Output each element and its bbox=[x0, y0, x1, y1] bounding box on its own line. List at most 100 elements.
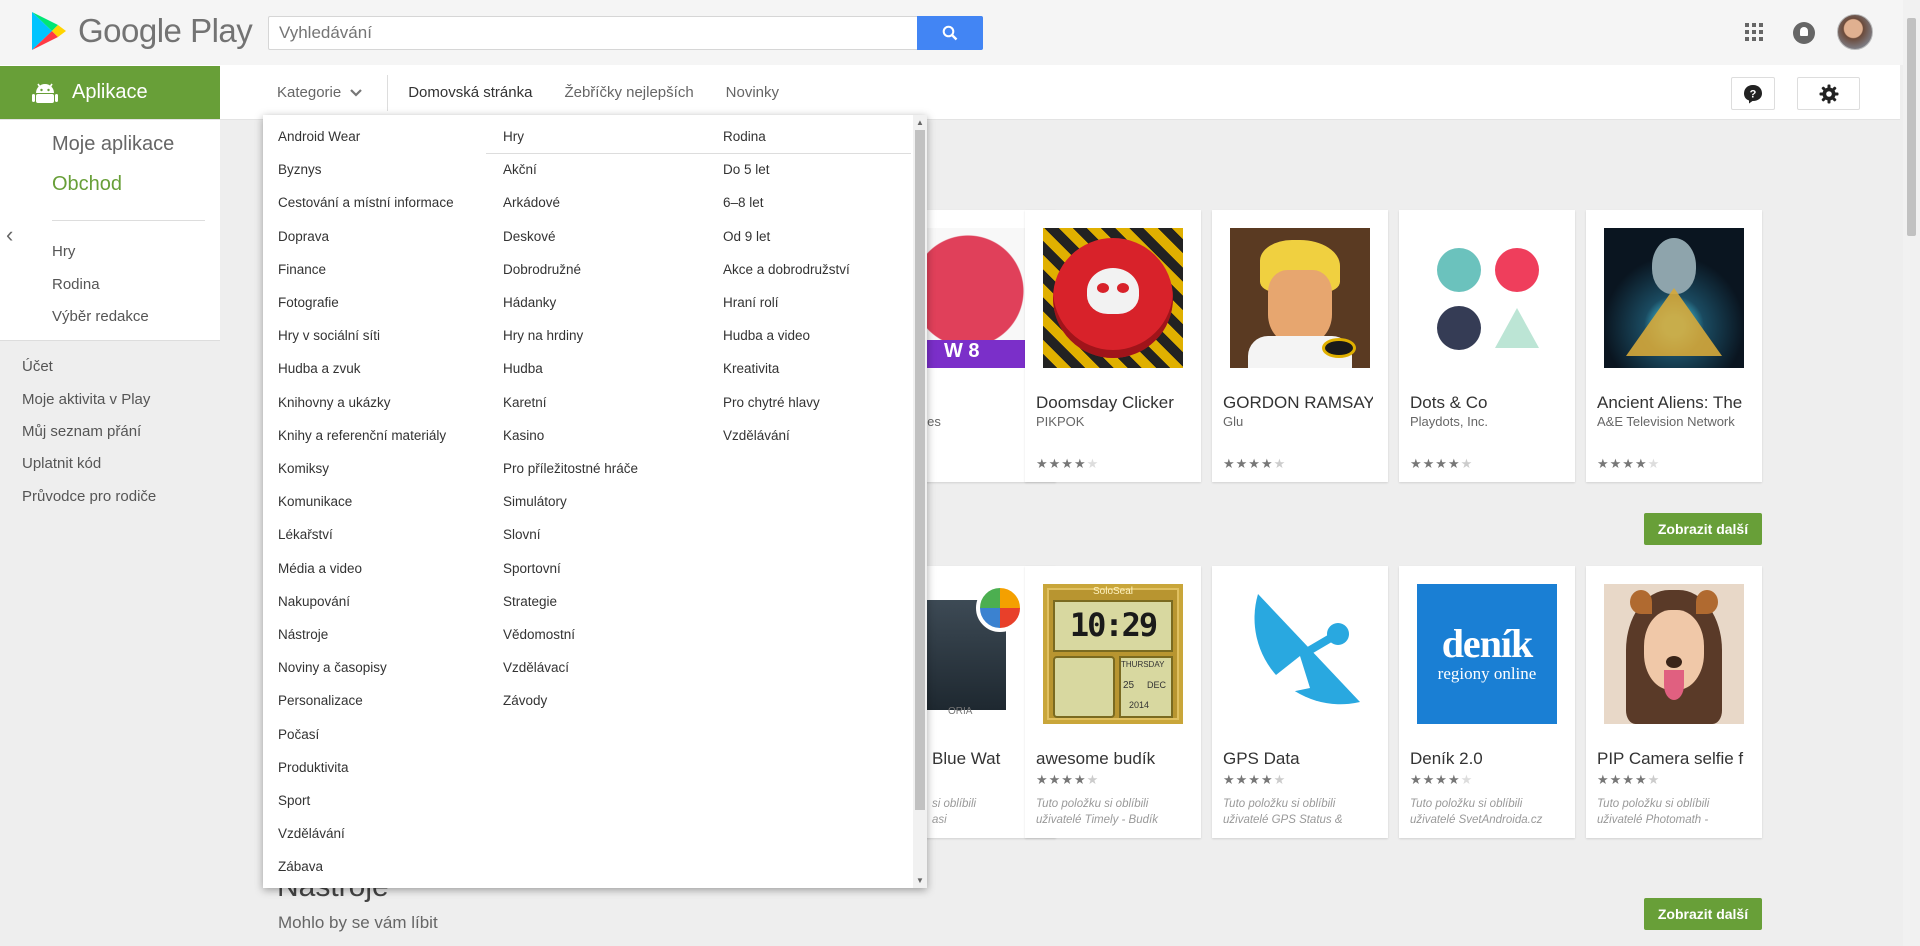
google-play-logo[interactable]: Google Play bbox=[32, 12, 253, 50]
category-item-22[interactable]: Zábava bbox=[278, 859, 323, 874]
category-item-20[interactable]: Sport bbox=[278, 793, 310, 808]
nav-new-releases[interactable]: Novinky bbox=[726, 84, 779, 101]
category-item-6[interactable]: Hry v sociální síti bbox=[278, 328, 380, 343]
games-category-item-16[interactable]: Vzdělávací bbox=[503, 660, 569, 675]
games-category-item-13[interactable]: Sportovní bbox=[503, 561, 561, 576]
family-category-item-8[interactable]: Pro chytré hlavy bbox=[723, 395, 820, 410]
category-item-18[interactable]: Počasí bbox=[278, 727, 319, 742]
games-category-item-5[interactable]: Hádanky bbox=[503, 295, 556, 310]
sidebar-link-my-activity[interactable]: Moje aktivita v Play bbox=[22, 391, 150, 408]
sidebar-link-redeem[interactable]: Uplatnit kód bbox=[22, 455, 101, 472]
family-category-item-6[interactable]: Hudba a video bbox=[723, 328, 810, 343]
sidebar-link-account[interactable]: Účet bbox=[22, 358, 53, 375]
account-avatar[interactable] bbox=[1837, 14, 1873, 50]
nav-home[interactable]: Domovská stránka bbox=[408, 84, 532, 101]
app-recommendation: Tuto položku si oblíbili uživatelé Photom… bbox=[1597, 798, 1710, 826]
collapse-sidebar-chevron-icon[interactable]: ‹ bbox=[6, 222, 13, 248]
section-apps-tab[interactable]: Aplikace bbox=[0, 66, 220, 119]
games-category-item-10[interactable]: Pro příležitostné hráče bbox=[503, 461, 638, 476]
app-card[interactable]: SoloSeal 10:29 THURSDAY 25 DEC 2014 awes… bbox=[1025, 566, 1201, 838]
top-nav: Kategorie Domovská stránka Žebříčky nejl… bbox=[277, 66, 811, 119]
nav-top-charts[interactable]: Žebříčky nejlepších bbox=[564, 84, 693, 101]
category-item-11[interactable]: Komunikace bbox=[278, 494, 352, 509]
app-card[interactable]: PIP Camera selfie f ★★★★★ Tuto položku s… bbox=[1586, 566, 1762, 838]
sidebar-item-games[interactable]: Hry bbox=[52, 243, 75, 260]
android-icon bbox=[32, 83, 58, 103]
notifications-bell-icon[interactable] bbox=[1793, 22, 1815, 44]
category-item-5[interactable]: Fotografie bbox=[278, 295, 339, 310]
app-card[interactable]: Ancient Aliens: The A&E Television Netwo… bbox=[1586, 210, 1762, 482]
scroll-up-arrow-icon[interactable]: ▲ bbox=[916, 118, 924, 127]
category-item-7[interactable]: Hudba a zvuk bbox=[278, 361, 361, 376]
category-item-21[interactable]: Vzdělávání bbox=[278, 826, 345, 841]
games-category-item-1[interactable]: Akční bbox=[503, 162, 537, 177]
show-more-button[interactable]: Zobrazit další bbox=[1644, 898, 1762, 930]
gear-icon bbox=[1819, 84, 1838, 103]
app-card[interactable]: Doomsday Clicker PIKPOK ★★★★★ bbox=[1025, 210, 1201, 482]
page-scrollbar[interactable] bbox=[1903, 0, 1920, 946]
family-category-item-0[interactable]: Rodina bbox=[723, 129, 766, 144]
games-category-item-12[interactable]: Slovní bbox=[503, 527, 541, 542]
category-item-16[interactable]: Noviny a časopisy bbox=[278, 660, 387, 675]
app-card[interactable]: Dots & Co Playdots, Inc. ★★★★★ bbox=[1399, 210, 1575, 482]
sidebar-link-wishlist[interactable]: Můj seznam přání bbox=[22, 423, 141, 440]
category-item-3[interactable]: Doprava bbox=[278, 229, 329, 244]
games-category-item-6[interactable]: Hry na hrdiny bbox=[503, 328, 583, 343]
games-category-item-9[interactable]: Kasino bbox=[503, 428, 544, 443]
category-item-9[interactable]: Knihy a referenční materiály bbox=[278, 428, 446, 443]
category-item-13[interactable]: Média a video bbox=[278, 561, 362, 576]
app-card[interactable]: deník regiony online Deník 2.0 ★★★★★ Tut… bbox=[1399, 566, 1575, 838]
search-button[interactable] bbox=[917, 16, 983, 50]
games-category-item-4[interactable]: Dobrodružné bbox=[503, 262, 581, 277]
category-item-4[interactable]: Finance bbox=[278, 262, 326, 277]
app-card[interactable]: GORDON RAMSAY Glu ★★★★★ bbox=[1212, 210, 1388, 482]
games-category-item-8[interactable]: Karetní bbox=[503, 395, 547, 410]
categories-dropdown-button[interactable]: Kategorie bbox=[277, 84, 363, 101]
sidebar-store[interactable]: Obchod bbox=[52, 173, 122, 196]
help-button[interactable]: ? bbox=[1731, 77, 1775, 110]
app-recommendation: Tuto položku si oblíbili uživatelé SvetAn… bbox=[1410, 798, 1543, 826]
dropdown-scrollbar[interactable]: ▲ ▼ bbox=[913, 115, 927, 888]
category-item-12[interactable]: Lékařství bbox=[278, 527, 333, 542]
scroll-down-arrow-icon[interactable]: ▼ bbox=[916, 876, 924, 885]
games-category-item-7[interactable]: Hudba bbox=[503, 361, 543, 376]
category-item-10[interactable]: Komiksy bbox=[278, 461, 329, 476]
sidebar-item-editors-choice[interactable]: Výběr redakce bbox=[52, 308, 149, 325]
sidebar-my-apps[interactable]: Moje aplikace bbox=[52, 133, 174, 156]
category-item-8[interactable]: Knihovny a ukázky bbox=[278, 395, 391, 410]
games-category-item-14[interactable]: Strategie bbox=[503, 594, 557, 609]
dropdown-scroll-thumb[interactable] bbox=[915, 130, 925, 810]
category-item-2[interactable]: Cestování a místní informace bbox=[278, 195, 454, 210]
family-category-item-2[interactable]: 6–8 let bbox=[723, 195, 764, 210]
category-item-15[interactable]: Nástroje bbox=[278, 627, 328, 642]
category-item-0[interactable]: Android Wear bbox=[278, 129, 360, 144]
settings-button[interactable] bbox=[1797, 77, 1860, 110]
sidebar-link-parent-guide[interactable]: Průvodce pro rodiče bbox=[22, 488, 156, 505]
family-category-item-7[interactable]: Kreativita bbox=[723, 361, 779, 376]
family-category-item-4[interactable]: Akce a dobrodružství bbox=[723, 262, 850, 277]
app-title: Doomsday Clicker bbox=[1036, 393, 1174, 412]
page-scroll-thumb[interactable] bbox=[1907, 18, 1916, 236]
clock-brand: SoloSeal bbox=[1092, 586, 1134, 597]
games-category-item-11[interactable]: Simulátory bbox=[503, 494, 567, 509]
sidebar-item-family[interactable]: Rodina bbox=[52, 276, 100, 293]
games-category-item-15[interactable]: Vědomostní bbox=[503, 627, 575, 642]
show-more-button[interactable]: Zobrazit další bbox=[1644, 513, 1762, 545]
top-bar: Google Play bbox=[0, 0, 1920, 65]
family-category-item-3[interactable]: Od 9 let bbox=[723, 229, 770, 244]
rating-stars: ★★★★★ bbox=[1597, 456, 1661, 471]
games-category-item-3[interactable]: Deskové bbox=[503, 229, 556, 244]
category-item-1[interactable]: Byznys bbox=[278, 162, 322, 177]
category-item-17[interactable]: Personalizace bbox=[278, 693, 363, 708]
family-category-item-9[interactable]: Vzdělávání bbox=[723, 428, 790, 443]
games-category-item-2[interactable]: Arkádové bbox=[503, 195, 560, 210]
games-category-item-0[interactable]: Hry bbox=[503, 129, 524, 144]
games-category-item-17[interactable]: Závody bbox=[503, 693, 547, 708]
category-item-19[interactable]: Produktivita bbox=[278, 760, 349, 775]
category-item-14[interactable]: Nakupování bbox=[278, 594, 350, 609]
family-category-item-5[interactable]: Hraní rolí bbox=[723, 295, 779, 310]
family-category-item-1[interactable]: Do 5 let bbox=[723, 162, 770, 177]
app-card[interactable]: GPS Data ★★★★★ Tuto položku si oblíbili u… bbox=[1212, 566, 1388, 838]
search-input[interactable] bbox=[269, 17, 909, 49]
apps-grid-button[interactable] bbox=[1744, 22, 1764, 47]
